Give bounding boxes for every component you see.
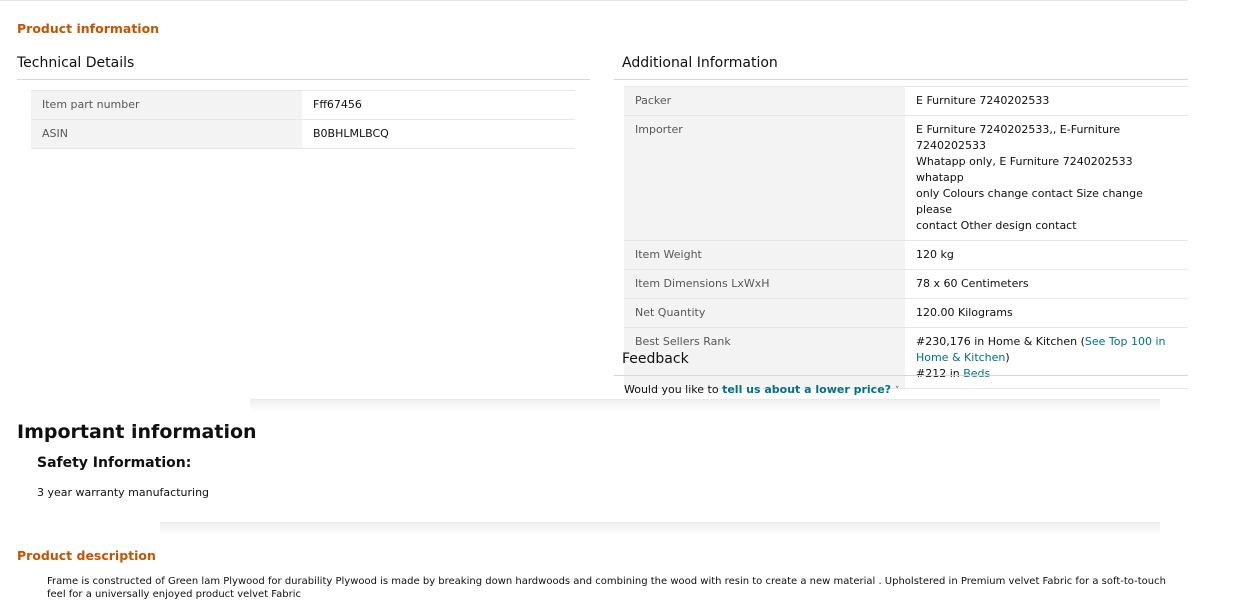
top-divider bbox=[0, 0, 1188, 1]
importer-line: contact Other design contact bbox=[916, 219, 1077, 232]
lower-price-link[interactable]: tell us about a lower price? bbox=[722, 383, 891, 396]
row-label: Packer bbox=[624, 86, 905, 116]
importer-line: E Furniture 7240202533,, E-Furniture 724… bbox=[916, 123, 1121, 152]
section-divider bbox=[160, 522, 1160, 535]
safety-information-text: 3 year warranty manufacturing bbox=[37, 486, 210, 499]
row-value: 78 x 60 Centimeters bbox=[905, 269, 1188, 299]
technical-details-table: Item part number Fff67456 ASIN B0BHLMLBC… bbox=[31, 90, 575, 149]
rank-line: #230,176 in Home & Kitchen (See Top 100 … bbox=[916, 334, 1178, 350]
chevron-down-icon[interactable]: ˅ bbox=[895, 386, 900, 396]
row-label: Item Dimensions LxWxH bbox=[624, 269, 905, 299]
table-row: Best Sellers Rank #230,176 in Home & Kit… bbox=[624, 327, 1188, 389]
safety-information-heading: Safety Information: bbox=[37, 455, 192, 471]
table-row: Item Weight 120 kg bbox=[624, 240, 1188, 270]
table-row: ASIN B0BHLMLBCQ bbox=[31, 119, 575, 149]
row-value: 120.00 Kilograms bbox=[905, 298, 1188, 328]
additional-information-rule bbox=[614, 79, 1188, 80]
additional-information-table: Packer E Furniture 7240202533 Importer E… bbox=[624, 86, 1188, 389]
product-information-heading: Product information bbox=[17, 21, 160, 36]
row-value: 120 kg bbox=[905, 240, 1188, 270]
technical-details-rule bbox=[17, 79, 590, 80]
row-value: E Furniture 7240202533 bbox=[905, 86, 1188, 116]
beds-link[interactable]: Beds bbox=[963, 367, 990, 380]
row-label: ASIN bbox=[31, 119, 302, 149]
importer-line: only Colours change contact Size change … bbox=[916, 187, 1143, 216]
rank-text: #212 in bbox=[916, 367, 964, 380]
table-row: Importer E Furniture 7240202533,, E-Furn… bbox=[624, 115, 1188, 241]
section-divider bbox=[250, 399, 1160, 412]
rank-line: Home & Kitchen) bbox=[916, 350, 1178, 366]
row-label: Importer bbox=[624, 115, 905, 241]
rank-text: #230,176 in Home & Kitchen ( bbox=[916, 335, 1085, 348]
row-value: B0BHLMLBCQ bbox=[302, 119, 575, 149]
feedback-prompt: Would you like to tell us about a lower … bbox=[624, 383, 900, 396]
see-top-100-link[interactable]: See Top 100 in bbox=[1085, 335, 1166, 348]
product-description-text: Frame is constructed of Green lam Plywoo… bbox=[47, 576, 1166, 600]
product-description-heading: Product description bbox=[17, 548, 156, 563]
feedback-prefix: Would you like to bbox=[624, 383, 723, 396]
table-row: Item part number Fff67456 bbox=[31, 90, 575, 120]
additional-information-heading: Additional Information bbox=[622, 55, 778, 71]
important-information-heading: Important information bbox=[17, 421, 257, 443]
table-row: Packer E Furniture 7240202533 bbox=[624, 86, 1188, 116]
technical-details-heading: Technical Details bbox=[17, 55, 135, 71]
home-kitchen-link[interactable]: Home & Kitchen bbox=[916, 351, 1005, 364]
table-row: Net Quantity 120.00 Kilograms bbox=[624, 298, 1188, 328]
importer-line: Whatapp only, E Furniture 7240202533 wha… bbox=[916, 155, 1133, 184]
row-value: E Furniture 7240202533,, E-Furniture 724… bbox=[905, 115, 1188, 241]
row-label: Item part number bbox=[31, 90, 302, 120]
row-value: #230,176 in Home & Kitchen (See Top 100 … bbox=[905, 327, 1188, 389]
feedback-rule bbox=[614, 375, 1188, 376]
rank-paren: ) bbox=[1005, 351, 1010, 364]
row-label: Net Quantity bbox=[624, 298, 905, 328]
row-value: Fff67456 bbox=[302, 90, 575, 120]
rank-line: #212 in Beds bbox=[916, 366, 1178, 382]
row-label: Item Weight bbox=[624, 240, 905, 270]
feedback-heading: Feedback bbox=[622, 351, 689, 367]
table-row: Item Dimensions LxWxH 78 x 60 Centimeter… bbox=[624, 269, 1188, 299]
